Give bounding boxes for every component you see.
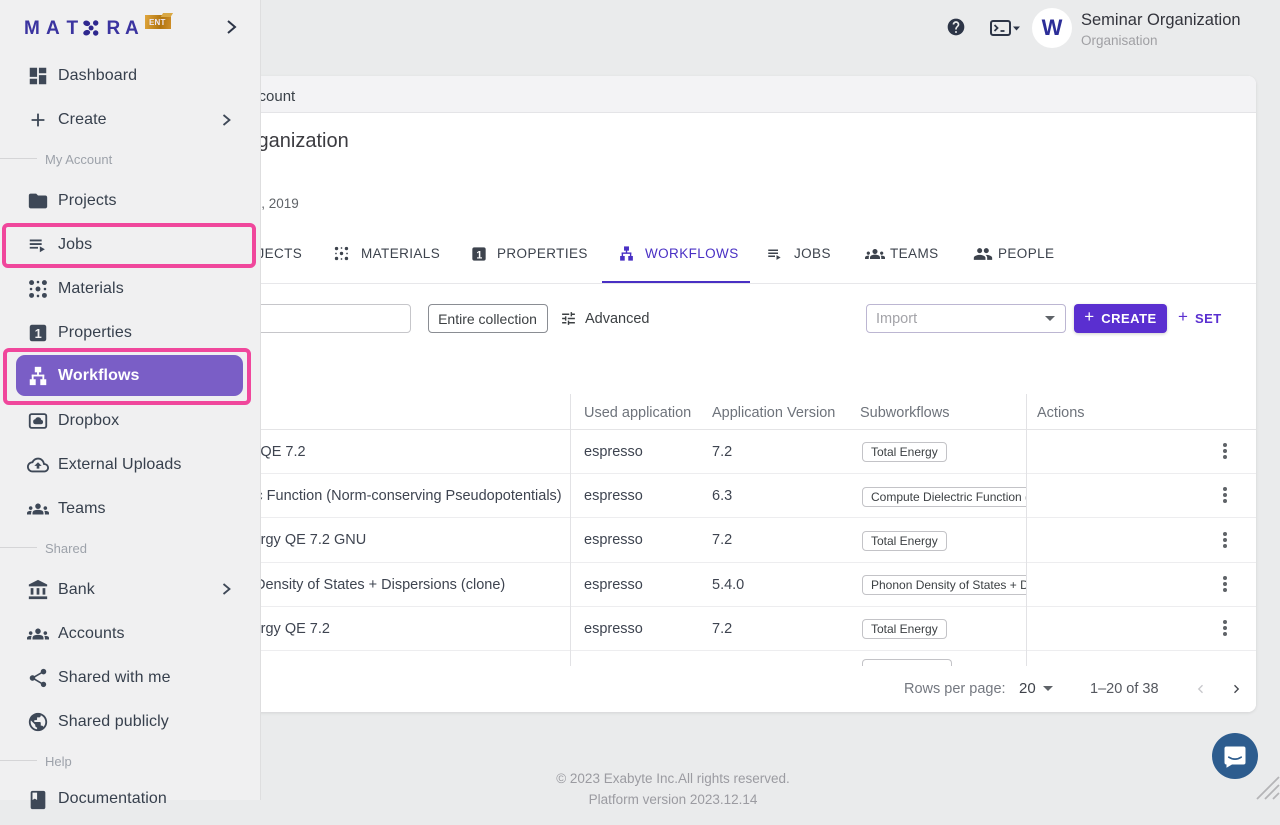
svg-text:1: 1	[476, 249, 482, 261]
svg-text:1: 1	[35, 326, 42, 341]
